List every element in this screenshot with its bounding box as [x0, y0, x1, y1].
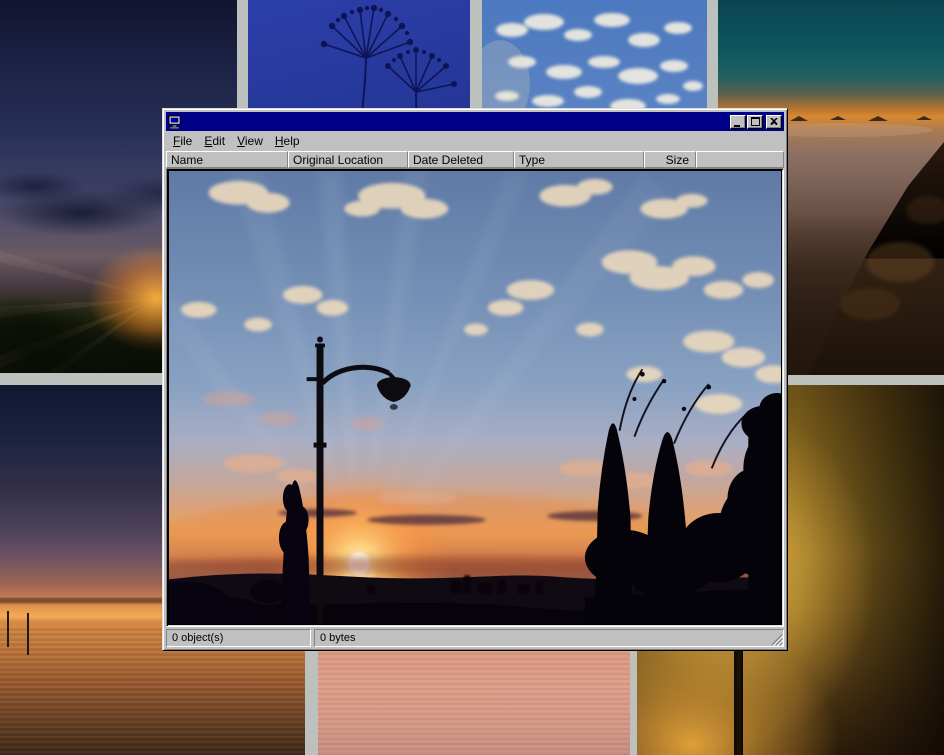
menu-file[interactable]: File — [167, 132, 198, 150]
lamp-post-sunset-photo — [169, 171, 781, 624]
status-objects: 0 object(s) — [166, 629, 311, 647]
minimize-button[interactable] — [730, 115, 746, 129]
column-header-size[interactable]: Size — [644, 151, 696, 168]
status-bytes: 0 bytes — [314, 629, 784, 647]
desktop: { "desktop": { "base_color": "#bdc1bd", … — [0, 0, 944, 755]
window-titlebar[interactable] — [166, 112, 784, 131]
status-bytes-label: 0 bytes — [320, 632, 355, 644]
menu-bar: File Edit View Help — [166, 131, 784, 151]
resize-grip[interactable] — [770, 633, 783, 646]
status-bar: 0 object(s) 0 bytes — [166, 627, 784, 647]
column-header-row: Name Original Location Date Deleted Type… — [166, 151, 784, 168]
menu-edit[interactable]: Edit — [198, 132, 231, 150]
column-header-original-location[interactable]: Original Location — [288, 151, 408, 168]
file-list-area[interactable] — [166, 168, 784, 627]
recycle-bin-window: File Edit View Help Name Original Locati… — [162, 108, 788, 651]
column-header-date-deleted[interactable]: Date Deleted — [408, 151, 514, 168]
water-pole — [27, 613, 29, 655]
column-header-name[interactable]: Name — [166, 151, 288, 168]
menu-help[interactable]: Help — [269, 132, 306, 150]
menu-view[interactable]: View — [231, 132, 269, 150]
column-header-type[interactable]: Type — [514, 151, 644, 168]
column-header-filler[interactable] — [696, 151, 784, 168]
maximize-button[interactable] — [747, 115, 763, 129]
water-pole — [7, 611, 9, 647]
maximize-icon — [751, 117, 760, 126]
close-button[interactable] — [766, 115, 782, 129]
minimize-icon — [734, 124, 742, 128]
computer-icon[interactable] — [168, 115, 183, 129]
close-icon — [770, 118, 778, 125]
